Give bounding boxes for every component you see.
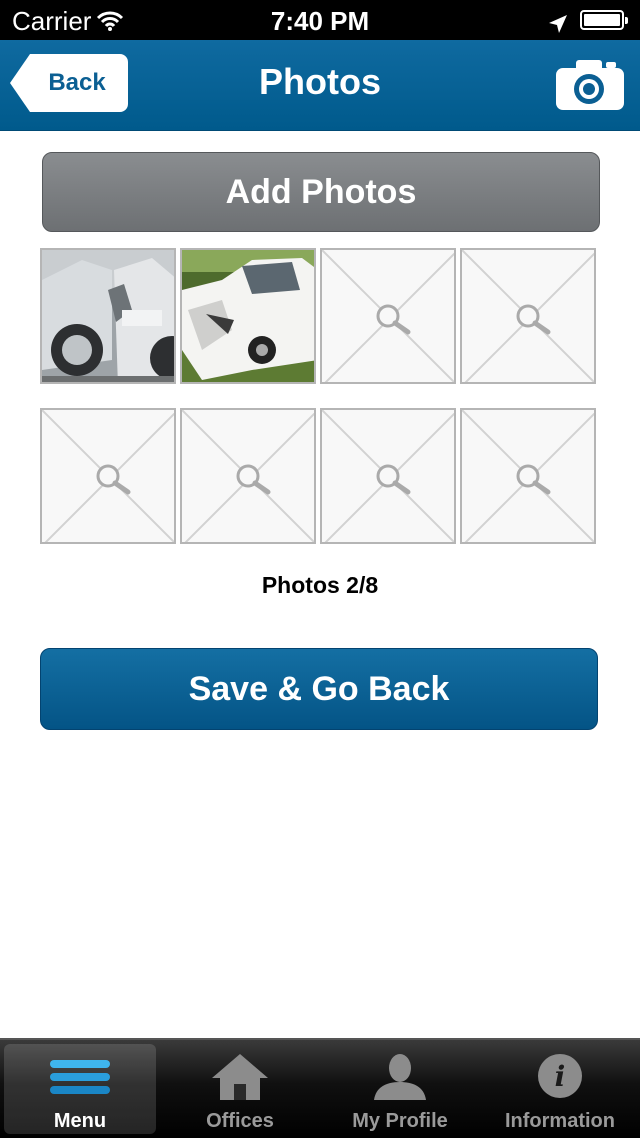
add-photos-button[interactable]: Add Photos — [42, 152, 600, 232]
back-button[interactable]: Back — [10, 54, 128, 112]
empty-photo-placeholder-icon — [322, 250, 454, 382]
tab-label: Offices — [206, 1110, 274, 1132]
camera-icon[interactable] — [556, 58, 624, 110]
svg-text:i: i — [555, 1060, 566, 1093]
save-and-go-back-button[interactable]: Save & Go Back — [40, 648, 598, 730]
home-icon — [212, 1054, 268, 1100]
person-icon — [374, 1054, 426, 1100]
info-icon: i — [538, 1054, 582, 1098]
empty-photo-placeholder-icon — [42, 410, 174, 542]
photo-slot-6[interactable] — [180, 408, 316, 544]
navigation-bar: Photos Back — [0, 40, 640, 131]
photo-slot-2[interactable] — [180, 248, 316, 384]
photo-slot-4[interactable] — [460, 248, 596, 384]
empty-photo-placeholder-icon — [462, 410, 594, 542]
tab-label: Information — [505, 1110, 615, 1132]
empty-photo-placeholder-icon — [322, 410, 454, 542]
photo-slot-8[interactable] — [460, 408, 596, 544]
menu-icon — [50, 1060, 110, 1094]
empty-photo-placeholder-icon — [462, 250, 594, 382]
tab-information[interactable]: i Information — [484, 1044, 636, 1134]
photo-slot-7[interactable] — [320, 408, 456, 544]
status-bar: Carrier 7:40 PM — [0, 0, 640, 40]
clock: 7:40 PM — [270, 6, 370, 36]
tab-offices[interactable]: Offices — [164, 1044, 316, 1134]
tab-label: Menu — [53, 1110, 107, 1132]
photo-slot-1[interactable] — [40, 248, 176, 384]
car-crash-photo — [42, 250, 174, 382]
empty-photo-placeholder-icon — [182, 410, 314, 542]
tab-my-profile[interactable]: My Profile — [324, 1044, 476, 1134]
car-crash-photo — [182, 250, 314, 382]
tab-menu[interactable]: Menu — [4, 1044, 156, 1134]
photo-slot-5[interactable] — [40, 408, 176, 544]
photo-count-label: Photos 2/8 — [261, 572, 379, 598]
location-arrow-icon — [548, 10, 568, 41]
tab-bar: Menu Offices My Profile i Information — [0, 1038, 640, 1138]
photo-slot-3[interactable] — [320, 248, 456, 384]
tab-label: My Profile — [352, 1110, 448, 1132]
battery-icon — [580, 10, 628, 30]
